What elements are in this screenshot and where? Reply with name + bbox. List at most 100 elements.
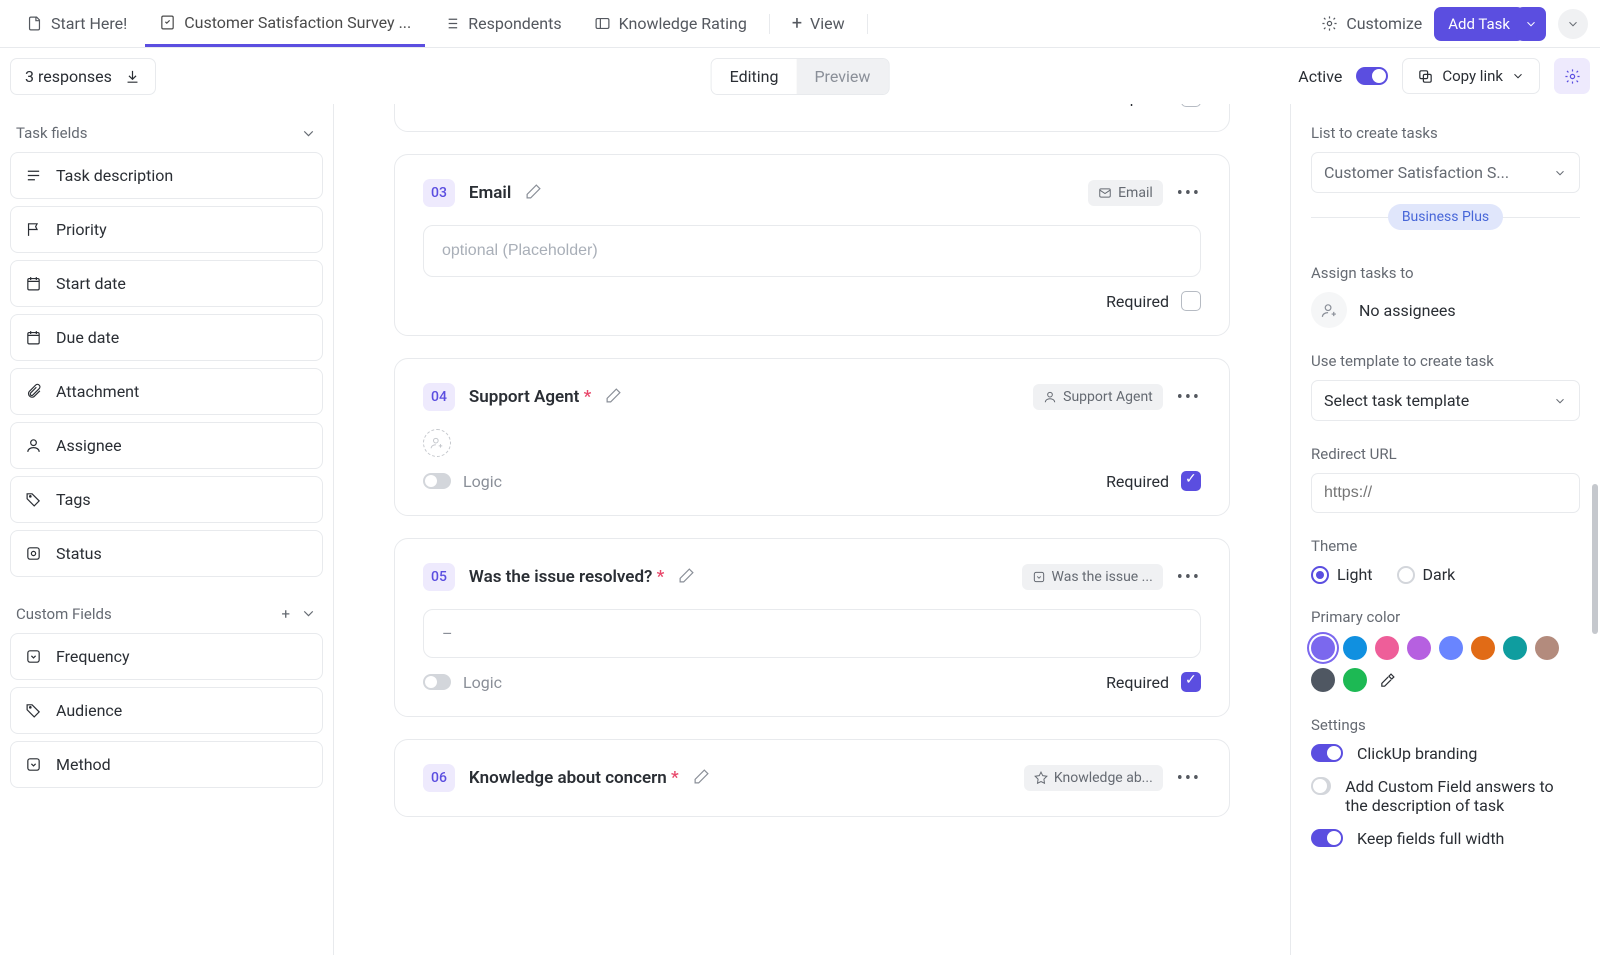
tab-current-form[interactable]: Customer Satisfaction Survey ... bbox=[145, 1, 425, 47]
customize-label: Customize bbox=[1346, 14, 1422, 33]
field-title[interactable]: Email bbox=[469, 183, 511, 203]
no-assignees-label: No assignees bbox=[1359, 301, 1456, 320]
add-task-dropdown[interactable] bbox=[1516, 7, 1546, 41]
color-swatch-blue[interactable] bbox=[1343, 636, 1367, 660]
color-swatch-brown[interactable] bbox=[1535, 636, 1559, 660]
more-menu[interactable] bbox=[1558, 9, 1588, 39]
tab-start-here[interactable]: Start Here! bbox=[12, 1, 141, 47]
field-assignee[interactable]: Assignee bbox=[10, 422, 323, 469]
color-swatch-orange[interactable] bbox=[1471, 636, 1495, 660]
field-tags[interactable]: Tags bbox=[10, 476, 323, 523]
task-fields-label: Task fields bbox=[16, 124, 87, 142]
customize-button[interactable]: Customize bbox=[1321, 14, 1422, 33]
mode-editing[interactable]: Editing bbox=[712, 59, 797, 94]
field-label: Status bbox=[56, 544, 102, 563]
edit-icon[interactable] bbox=[605, 387, 622, 408]
custom-field-frequency[interactable]: Frequency bbox=[10, 633, 323, 680]
more-icon[interactable]: ••• bbox=[1177, 567, 1201, 588]
theme-dark-label: Dark bbox=[1423, 565, 1456, 584]
edit-icon[interactable] bbox=[525, 183, 542, 204]
mode-preview[interactable]: Preview bbox=[796, 59, 888, 94]
setting-branding-toggle[interactable] bbox=[1311, 744, 1343, 762]
form-card-05-issue-resolved[interactable]: 05 Was the issue resolved? * Was the iss… bbox=[394, 538, 1230, 717]
more-icon[interactable]: ••• bbox=[1177, 387, 1201, 408]
form-card-03-email[interactable]: 03 Email Email ••• Required bbox=[394, 154, 1230, 336]
redirect-label: Redirect URL bbox=[1311, 445, 1580, 463]
setting-custom-field-toggle[interactable] bbox=[1311, 777, 1331, 795]
pin-doc-icon bbox=[26, 15, 43, 32]
active-label: Active bbox=[1298, 67, 1342, 86]
setting-full-width-toggle[interactable] bbox=[1311, 829, 1343, 847]
copy-link-button[interactable]: Copy link bbox=[1402, 58, 1540, 94]
custom-field-method[interactable]: Method bbox=[10, 741, 323, 788]
list-select[interactable]: Customer Satisfaction S... bbox=[1311, 152, 1580, 193]
form-card-06-knowledge[interactable]: 06 Knowledge about concern * Knowledge a… bbox=[394, 739, 1230, 817]
mail-icon bbox=[1098, 186, 1112, 200]
eyedropper-icon[interactable] bbox=[1375, 668, 1399, 692]
placeholder-input[interactable] bbox=[423, 225, 1201, 277]
star-icon bbox=[1034, 771, 1048, 785]
field-title[interactable]: Was the issue resolved? * bbox=[469, 567, 664, 587]
field-task-description[interactable]: Task description bbox=[10, 152, 323, 199]
form-card-04-support-agent[interactable]: 04 Support Agent * Support Agent ••• Log… bbox=[394, 358, 1230, 516]
form-settings-button[interactable] bbox=[1554, 58, 1590, 94]
template-select[interactable]: Select task template bbox=[1311, 380, 1580, 421]
field-status[interactable]: Status bbox=[10, 530, 323, 577]
dropdown-icon bbox=[25, 648, 42, 665]
business-plus-badge[interactable]: Business Plus bbox=[1388, 204, 1503, 230]
add-view-button[interactable]: + View bbox=[778, 1, 859, 47]
required-checkbox[interactable] bbox=[1181, 672, 1201, 692]
logic-toggle[interactable] bbox=[423, 473, 451, 489]
tab-start-here-label: Start Here! bbox=[51, 14, 127, 33]
required-checkbox[interactable] bbox=[1181, 471, 1201, 491]
responses-counter[interactable]: 3 responses bbox=[10, 58, 156, 95]
board-icon bbox=[594, 15, 611, 32]
field-due-date[interactable]: Due date bbox=[10, 314, 323, 361]
logic-toggle[interactable] bbox=[423, 674, 451, 690]
copy-icon bbox=[1417, 68, 1434, 85]
scrollbar-thumb[interactable] bbox=[1592, 484, 1598, 634]
field-title[interactable]: Support Agent * bbox=[469, 387, 591, 407]
edit-icon[interactable] bbox=[678, 567, 695, 588]
tab-knowledge-rating[interactable]: Knowledge Rating bbox=[580, 1, 761, 47]
required-checkbox[interactable] bbox=[1181, 104, 1201, 107]
add-task-button[interactable]: Add Task bbox=[1434, 7, 1524, 41]
color-swatch-green[interactable] bbox=[1343, 668, 1367, 692]
dropdown-placeholder[interactable]: – bbox=[423, 609, 1201, 658]
theme-light-radio[interactable] bbox=[1311, 566, 1329, 584]
redirect-url-input[interactable] bbox=[1311, 473, 1580, 513]
section-custom-fields[interactable]: Custom Fields + bbox=[10, 595, 323, 633]
color-swatch-magenta[interactable] bbox=[1407, 636, 1431, 660]
edit-icon[interactable] bbox=[693, 768, 710, 789]
logic-label: Logic bbox=[463, 673, 502, 692]
color-swatch-pink[interactable] bbox=[1375, 636, 1399, 660]
plus-icon[interactable]: + bbox=[281, 605, 290, 623]
download-icon[interactable] bbox=[124, 68, 141, 85]
color-swatch-indigo[interactable] bbox=[1439, 636, 1463, 660]
custom-field-audience[interactable]: Audience bbox=[10, 687, 323, 734]
assignee-add-placeholder[interactable] bbox=[423, 429, 451, 457]
active-toggle[interactable] bbox=[1356, 67, 1388, 85]
tab-respondents[interactable]: Respondents bbox=[429, 1, 575, 47]
field-start-date[interactable]: Start date bbox=[10, 260, 323, 307]
field-title[interactable]: Knowledge about concern * bbox=[469, 768, 679, 788]
settings-label: Settings bbox=[1311, 716, 1580, 734]
required-checkbox[interactable] bbox=[1181, 291, 1201, 311]
theme-dark-radio[interactable] bbox=[1397, 566, 1415, 584]
field-priority[interactable]: Priority bbox=[10, 206, 323, 253]
field-label: Start date bbox=[56, 274, 126, 293]
section-task-fields[interactable]: Task fields bbox=[10, 114, 323, 152]
more-icon[interactable]: ••• bbox=[1177, 768, 1201, 789]
field-type-pill: Knowledge ab... bbox=[1024, 765, 1163, 791]
more-icon[interactable]: ••• bbox=[1177, 183, 1201, 204]
color-swatch-teal[interactable] bbox=[1503, 636, 1527, 660]
field-attachment[interactable]: Attachment bbox=[10, 368, 323, 415]
person-plus-icon bbox=[430, 436, 444, 450]
assignee-picker[interactable]: No assignees bbox=[1311, 292, 1580, 328]
chevron-down-icon bbox=[300, 125, 317, 142]
color-swatch-gray[interactable] bbox=[1311, 668, 1335, 692]
color-swatch-purple[interactable] bbox=[1311, 636, 1335, 660]
form-card-02[interactable]: Required bbox=[394, 104, 1230, 132]
responses-label: 3 responses bbox=[25, 67, 112, 86]
setting-branding-label: ClickUp branding bbox=[1357, 744, 1477, 763]
